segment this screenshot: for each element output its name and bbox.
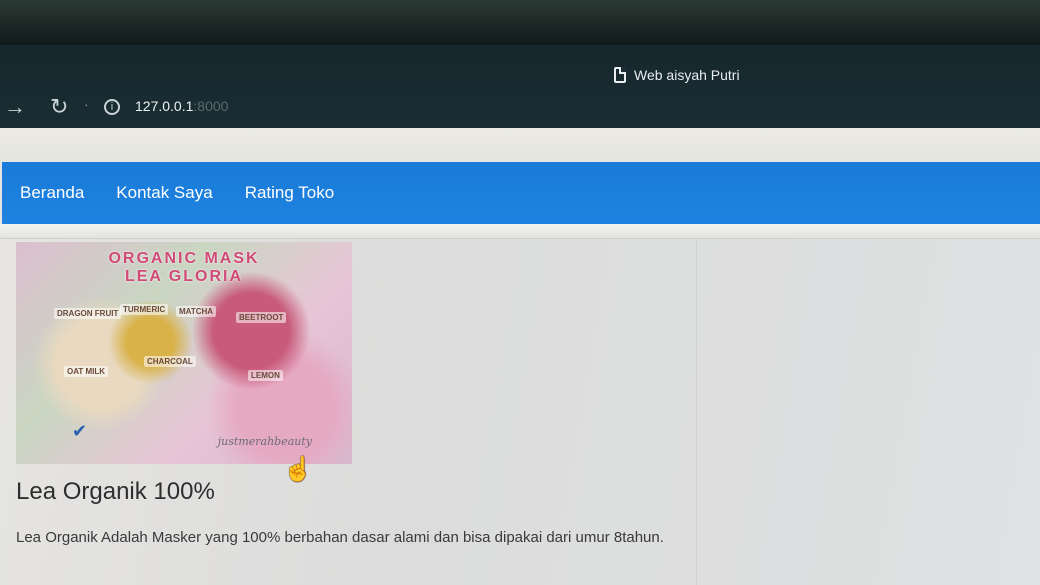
- page-top-strip: [0, 128, 1040, 162]
- image-caption-line2: LEA GLORIA: [124, 268, 244, 285]
- site-navbar: Beranda Kontak Saya Rating Toko: [2, 162, 1040, 224]
- browser-chrome: Web aisyah Putri → ↻ · i 127.0.0.1:8000: [0, 45, 1040, 137]
- product-description: Lea Organik Adalah Masker yang 100% berb…: [16, 529, 664, 546]
- browser-tab[interactable]: Web aisyah Putri: [614, 64, 740, 86]
- image-caption-line1: ORGANIC MASK: [108, 250, 260, 267]
- image-label: DRAGON FRUIT: [54, 308, 122, 319]
- separator-dot: ·: [84, 96, 89, 112]
- tab-title: Web aisyah Putri: [634, 67, 740, 83]
- nav-link-kontak-saya[interactable]: Kontak Saya: [116, 183, 212, 203]
- address-bar-row: → ↻ · i 127.0.0.1:8000: [0, 92, 1040, 124]
- info-icon[interactable]: i: [104, 99, 120, 115]
- image-script-text: justmerahbeauty: [217, 435, 312, 448]
- url-port: :8000: [193, 98, 229, 114]
- image-label: BEETROOT: [236, 312, 287, 323]
- image-label: TURMERIC: [120, 304, 169, 315]
- product-title: Lea Organik 100%: [16, 478, 215, 505]
- image-caption: ORGANIC MASK LEA GLORIA: [16, 250, 352, 286]
- monitor-bezel: [0, 0, 1040, 50]
- nav-link-beranda[interactable]: Beranda: [20, 183, 84, 203]
- reload-icon[interactable]: ↻: [50, 94, 68, 120]
- navbar-divider: [0, 224, 1040, 239]
- nav-link-rating-toko[interactable]: Rating Toko: [245, 183, 334, 203]
- image-label: OAT MILK: [64, 366, 109, 377]
- page-viewport: Beranda Kontak Saya Rating Toko ORGANIC …: [0, 128, 1040, 585]
- product-image[interactable]: ORGANIC MASK LEA GLORIA DRAGON FRUIT TUR…: [16, 242, 352, 464]
- url-field[interactable]: 127.0.0.1:8000: [135, 98, 228, 114]
- checkmark-icon: ✔: [72, 421, 88, 441]
- image-label: CHARCOAL: [144, 356, 196, 367]
- image-label: MATCHA: [176, 306, 217, 317]
- document-icon: [614, 67, 626, 83]
- forward-arrow-icon[interactable]: →: [4, 94, 26, 120]
- image-label: LEMON: [248, 370, 283, 381]
- url-host: 127.0.0.1: [135, 98, 194, 114]
- hand-cursor-icon: ☝: [283, 456, 313, 483]
